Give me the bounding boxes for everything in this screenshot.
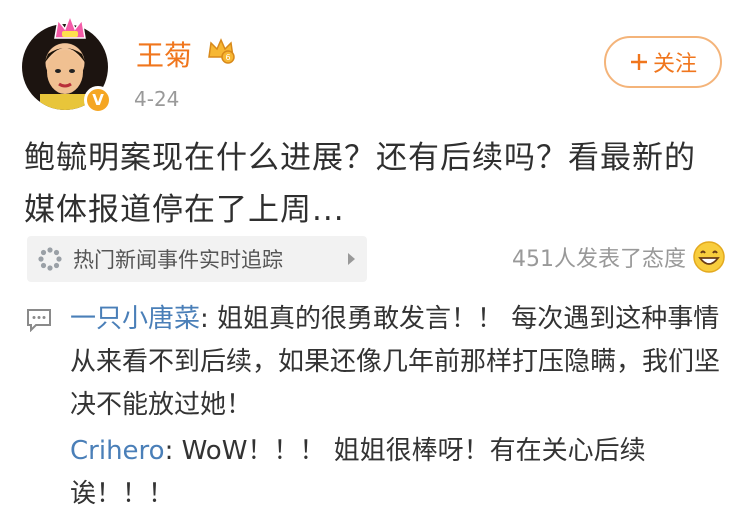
reaction-count: 451人发表了态度 [512,247,686,272]
comment-item[interactable]: Crihero: WoW！！！ 姐姐很棒呀！有在关心后续诶！！！ [70,430,720,516]
comment-icon [27,309,51,332]
post-text: 鲍毓明案现在什么进展？还有后续吗？看最新的媒体报道停在了上周... [24,140,696,228]
loading-spinner-icon [38,247,62,271]
follow-label: 关注 [652,52,697,77]
chevron-right-icon [348,253,355,265]
post-header: V 王菊 6 4-24 关注 [0,0,750,125]
comment-item[interactable]: 一只小唐菜: 姐姐真的很勇敢发言！！ 每次遇到这种事情从来看不到后续，如果还像几… [70,298,720,427]
crown-icon [54,14,86,39]
svg-text:6: 6 [225,53,230,62]
username[interactable]: 王菊 [136,34,192,74]
reactions[interactable]: 451人发表了态度 [512,240,726,274]
comment-author[interactable]: 一只小唐菜 [70,304,200,334]
verified-badge: V [84,86,112,114]
post-date: 4-24 [134,87,180,111]
vip-crown-icon: 6 [208,38,235,64]
plus-icon [630,54,647,70]
topic-chip[interactable]: 热门新闻事件实时追踪 [27,236,367,282]
topic-label: 热门新闻事件实时追踪 [73,248,283,272]
avatar[interactable]: V [22,14,114,116]
follow-button[interactable]: 关注 [604,36,722,88]
comment-author[interactable]: Crihero [70,436,165,466]
grinning-face-icon [693,241,725,273]
